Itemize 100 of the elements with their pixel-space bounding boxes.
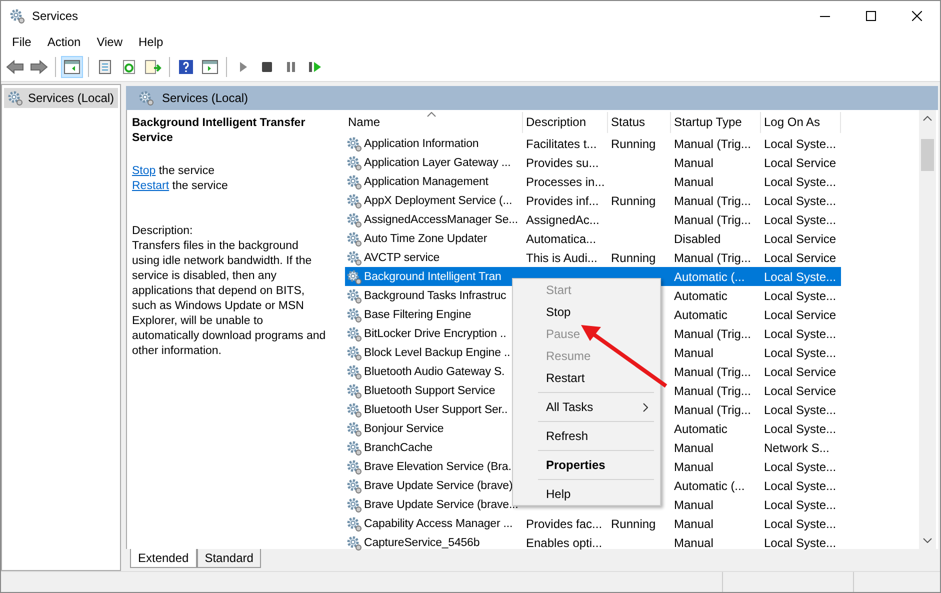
gears-icon [346,154,362,170]
view-tab[interactable]: Extended [130,549,197,568]
column-header[interactable]: Status [608,112,671,133]
table-cell: Local Syste... [764,402,836,416]
gears-icon [346,478,362,494]
scroll-thumb[interactable] [921,139,934,171]
scroll-down-icon[interactable] [923,538,932,543]
column-header[interactable]: Name [345,112,523,133]
table-cell: BranchCache [364,442,433,454]
table-cell: Manual (Trig... [674,364,751,378]
tree-item[interactable]: Services (Local) [4,88,118,108]
table-cell: Manual (Trig... [674,212,751,226]
description-text: Transfers files in the background using idle network bandwidth. If the service is disabled, then any applications that depend on BITS, such as Windows Update or MSN Explorer, will be unable to automatically download programs and other information. [132,239,327,359]
gears-icon [346,402,362,418]
menu-item[interactable]: Stop [513,301,660,323]
table-cell: Local Service [764,156,836,170]
table-cell: Local Service [764,384,836,398]
table-cell: Automatic [674,288,728,302]
table-cell: Local Syste... [764,478,836,492]
action-link[interactable]: Stop [132,165,156,177]
table-cell: Automatic (... [674,478,745,492]
table-cell: Provides fac... [526,516,602,530]
table-cell: Local Syste... [764,194,836,208]
table-cell: Base Filtering Engine [364,308,472,320]
gears-icon [346,212,362,228]
table-cell: Manual [674,460,714,474]
table-cell: Local Syste... [764,422,836,436]
menu-item[interactable]: Properties [513,454,660,476]
table-cell: Disabled [674,232,721,246]
table-cell: Manual (Trig... [674,402,751,416]
close-icon[interactable] [912,11,922,21]
menu-item[interactable]: Help [130,35,172,49]
table-cell: Running [611,250,656,264]
table-cell: Local Syste... [764,536,836,550]
gears-icon [138,90,154,106]
gears-icon [346,230,362,246]
service-title: Background Intelligent Transfer Service [132,116,306,146]
scrollbar[interactable] [919,110,936,549]
table-cell: Local Syste... [764,516,836,530]
console-tree-icon[interactable] [61,56,83,78]
description-label: Description: [132,224,194,239]
table-cell: AVCTP service [364,252,440,264]
action-text: the service [158,165,214,177]
gears-icon [346,382,362,398]
table-cell: Background Tasks Infrastruc [364,290,506,302]
table-cell: Application Management [364,176,488,188]
gears-icon [346,420,362,436]
table-cell: Manual [674,440,714,454]
menu-item[interactable]: File [4,35,40,49]
window-title: Services [32,9,78,23]
table-cell: Running [611,194,656,208]
menu-item[interactable]: Refresh [513,425,660,447]
table-cell: Manual [674,498,714,512]
gears-icon [346,326,362,342]
table-cell: Manual (Trig... [674,194,751,208]
table-cell: Facilitates t... [526,136,597,150]
action-link[interactable]: Restart [132,180,170,192]
table-cell: Manual (Trig... [674,136,751,150]
gears-icon [346,516,362,532]
table-cell: AssignedAc... [526,212,600,226]
table-cell: Automatic [674,422,728,436]
table-cell: This is Audi... [526,250,598,264]
table-cell: Manual [674,516,714,530]
table-cell: Bonjour Service [364,422,444,434]
view-tab[interactable]: Standard [196,549,262,568]
table-cell: Local Syste... [764,498,836,512]
table-cell: BitLocker Drive Encryption .. [364,328,506,340]
menu-item[interactable]: Action [39,35,89,49]
table-cell: Local Syste... [764,136,836,150]
column-header[interactable]: Description [523,112,608,133]
menu-item[interactable]: Restart [513,367,660,389]
table-cell: Local Service [764,308,836,322]
table-cell: Manual (Trig... [674,384,751,398]
column-header[interactable]: Startup Type [671,112,761,133]
menu-item[interactable]: All Tasks [513,396,660,418]
panel-title: Services (Local) [162,91,248,105]
table-cell: Provides su... [526,156,599,170]
gears-icon [346,136,362,152]
table-cell: Background Intelligent Tran [364,270,502,282]
table-cell: Local Syste... [764,346,836,360]
table-cell: Manual [674,536,714,550]
table-cell: Brave Update Service (brave... [364,498,518,510]
gears-icon [346,496,362,512]
table-cell: Brave Elevation Service (Bra. [364,460,512,472]
table-cell: Brave Update Service (brave) [364,480,513,492]
scroll-up-icon[interactable] [923,116,932,121]
maximize-icon[interactable] [866,11,876,21]
gears-icon [346,192,362,208]
table-cell: Application Information [364,138,479,150]
table-cell: Running [611,136,656,150]
table-cell: Local Syste... [764,460,836,474]
gears-icon [346,174,362,190]
table-cell: Local Syste... [764,212,836,226]
table-cell: Capability Access Manager ... [364,518,513,530]
column-header[interactable]: Log On As [761,112,841,133]
table-cell: Manual [674,346,714,360]
table-cell: Network S... [764,440,830,454]
table-cell: CaptureService_5456b [364,536,480,548]
table-cell: Automatic [674,308,728,322]
menu-item[interactable]: View [88,35,130,49]
